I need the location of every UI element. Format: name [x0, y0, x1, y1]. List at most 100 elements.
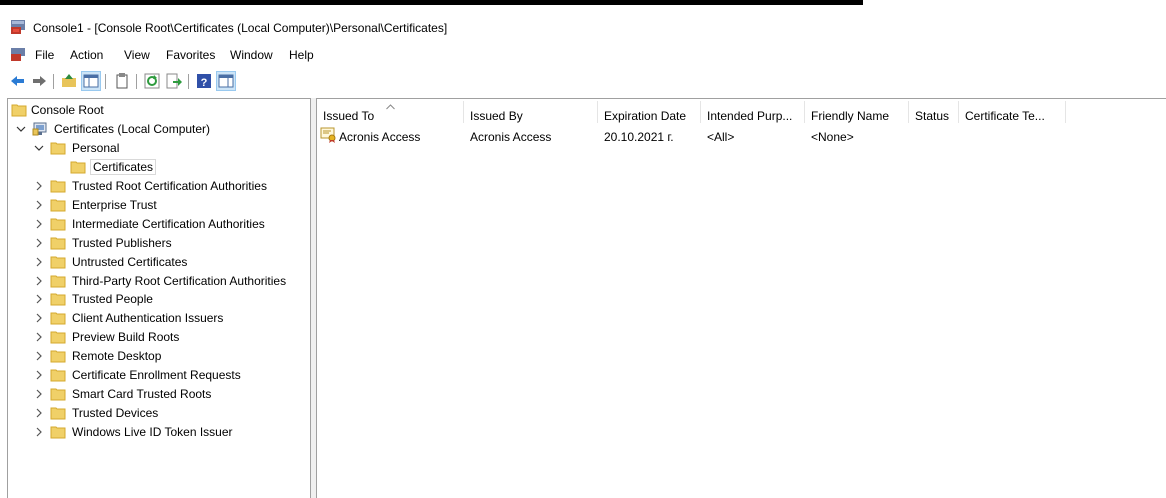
clipboard-icon[interactable] — [113, 72, 131, 90]
tree-node-certificates[interactable]: Certificates — [8, 158, 308, 176]
column-header-status[interactable]: Status — [909, 99, 959, 123]
menu-favorites[interactable]: Favorites — [166, 48, 215, 62]
results-list-pane[interactable]: Issued To Issued By Expiration Date Inte… — [316, 98, 1166, 498]
tree-node-store[interactable]: Untrusted Certificates — [8, 253, 308, 271]
column-header-intended-purposes[interactable]: Intended Purp... — [701, 99, 805, 123]
folder-icon — [70, 159, 86, 175]
column-header-label: Issued To — [323, 109, 375, 123]
title-bar[interactable]: Console1 - [Console Root\Certificates (L… — [0, 5, 1166, 41]
cell-issued-by: Acronis Access — [470, 130, 552, 144]
cell-intended-purposes: <All> — [707, 130, 735, 144]
menu-window[interactable]: Window — [230, 48, 273, 62]
chevron-right-icon[interactable] — [34, 331, 44, 342]
column-header-friendly-name[interactable]: Friendly Name — [805, 99, 909, 123]
tree-node-store[interactable]: Enterprise Trust — [8, 196, 308, 214]
chevron-right-icon[interactable] — [34, 369, 44, 380]
folder-icon — [50, 405, 66, 421]
tree-node-label: Untrusted Certificates — [72, 254, 188, 269]
up-folder-icon[interactable] — [60, 72, 78, 90]
menu-view[interactable]: View — [124, 48, 150, 62]
column-header-label: Friendly Name — [811, 109, 890, 123]
folder-icon — [50, 178, 66, 194]
folder-icon — [50, 367, 66, 383]
toolbar-separator — [136, 74, 137, 89]
console-window-icon[interactable] — [10, 48, 26, 65]
menu-action[interactable]: Action — [70, 48, 103, 62]
column-header-label: Issued By — [470, 109, 523, 123]
tree-node-label: Certificates — [89, 159, 157, 175]
menu-help[interactable]: Help — [289, 48, 314, 62]
column-header-issued-by[interactable]: Issued By — [464, 99, 598, 123]
chevron-right-icon[interactable] — [34, 275, 44, 285]
toolbar: ? — [0, 69, 1166, 93]
show-hide-tree-icon[interactable] — [81, 71, 101, 91]
tree-node-store[interactable]: Windows Live ID Token Issuer — [8, 423, 308, 441]
chevron-down-icon[interactable] — [16, 123, 26, 133]
chevron-right-icon[interactable] — [34, 293, 44, 304]
back-icon[interactable] — [9, 72, 27, 90]
chevron-right-icon[interactable] — [34, 199, 44, 210]
certificate-icon — [320, 127, 338, 147]
tree-node-store[interactable]: Certificate Enrollment Requests — [8, 366, 308, 384]
column-header-label: Intended Purp... — [707, 109, 793, 123]
certificate-store-icon — [32, 121, 48, 137]
tree-node-label: Remote Desktop — [72, 349, 162, 364]
tree-node-store[interactable]: Preview Build Roots — [8, 328, 308, 346]
tree-node-label: Enterprise Trust — [72, 197, 157, 212]
tree-node-label: Trusted Publishers — [72, 235, 172, 250]
tree-node-store[interactable]: Trusted People — [8, 290, 308, 308]
tree-node-store[interactable]: Client Authentication Issuers — [8, 309, 308, 327]
tree-node-label: Trusted Devices — [72, 405, 159, 420]
folder-icon — [50, 254, 66, 270]
chevron-right-icon[interactable] — [34, 180, 44, 191]
tree-node-store[interactable]: Remote Desktop — [8, 347, 308, 365]
cell-friendly-name: <None> — [811, 130, 854, 144]
tree-node-label: Preview Build Roots — [72, 330, 180, 345]
column-header-issued-to[interactable]: Issued To — [317, 99, 464, 123]
tree-node-store[interactable]: Trusted Root Certification Authorities — [8, 177, 308, 195]
toolbar-separator — [105, 74, 106, 89]
tree-node-label: Console Root — [31, 103, 104, 117]
menu-file[interactable]: File — [35, 48, 54, 62]
tree-node-store[interactable]: Third-Party Root Certification Authoriti… — [8, 272, 308, 290]
tree-node-label: Client Authentication Issuers — [72, 311, 224, 326]
chevron-right-icon[interactable] — [34, 407, 44, 418]
chevron-right-icon[interactable] — [34, 388, 44, 399]
chevron-right-icon[interactable] — [34, 218, 44, 229]
chevron-right-icon[interactable] — [34, 350, 44, 361]
tree-node-label: Windows Live ID Token Issuer — [72, 424, 233, 439]
help-icon[interactable]: ? — [195, 72, 213, 90]
show-action-pane-icon[interactable] — [216, 71, 236, 91]
chevron-right-icon[interactable] — [34, 426, 44, 437]
forward-icon[interactable] — [30, 72, 48, 90]
refresh-icon[interactable] — [143, 72, 161, 90]
toolbar-separator — [188, 74, 189, 89]
tree-node-store[interactable]: Smart Card Trusted Roots — [8, 385, 308, 403]
tree-node-certificates-local-computer[interactable]: Certificates (Local Computer) — [8, 120, 308, 138]
folder-icon — [50, 197, 66, 213]
column-header-label: Status — [915, 109, 950, 123]
svg-text:?: ? — [201, 77, 208, 89]
tree-node-store[interactable]: Trusted Devices — [8, 404, 308, 422]
cell-expiration-date: 20.10.2021 г. — [604, 130, 674, 144]
window-title: Console1 - [Console Root\Certificates (L… — [33, 21, 448, 35]
column-header-certificate-template[interactable]: Certificate Te... — [959, 99, 1066, 123]
tree-node-label: Third-Party Root Certification Authoriti… — [72, 273, 287, 288]
console-tree-pane[interactable]: Console Root Certificates (Local Compute… — [7, 98, 311, 498]
tree-node-console-root[interactable]: Console Root — [8, 101, 308, 119]
menu-bar: File Action View Favorites Window Help — [0, 43, 1166, 65]
export-list-icon[interactable] — [165, 72, 183, 90]
chevron-right-icon[interactable] — [34, 237, 44, 248]
chevron-down-icon[interactable] — [34, 142, 44, 152]
folder-icon — [50, 273, 66, 289]
tree-node-store[interactable]: Intermediate Certification Authorities — [8, 215, 308, 233]
chevron-right-icon[interactable] — [34, 312, 44, 323]
folder-icon — [50, 216, 66, 232]
tree-node-personal[interactable]: Personal — [8, 139, 308, 157]
chevron-right-icon[interactable] — [34, 256, 44, 267]
folder-icon — [50, 386, 66, 402]
column-divider[interactable] — [1065, 101, 1066, 123]
column-header-expiration-date[interactable]: Expiration Date — [598, 99, 701, 123]
folder-icon — [50, 348, 66, 364]
tree-node-store[interactable]: Trusted Publishers — [8, 234, 308, 252]
